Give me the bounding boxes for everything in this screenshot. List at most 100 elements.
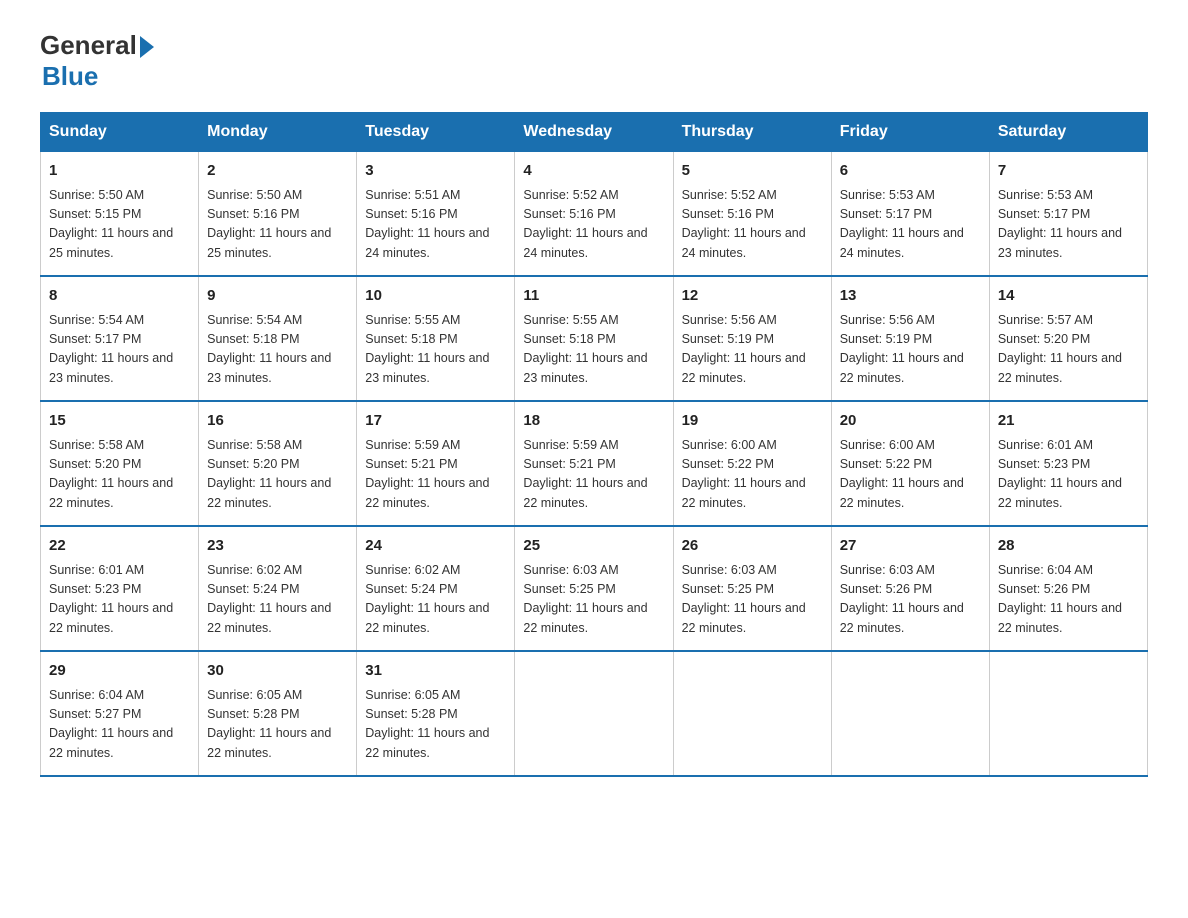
calendar-cell: 30 Sunrise: 6:05 AMSunset: 5:28 PMDayligh… <box>199 651 357 776</box>
day-info: Sunrise: 6:00 AMSunset: 5:22 PMDaylight:… <box>840 438 964 510</box>
calendar-cell: 20 Sunrise: 6:00 AMSunset: 5:22 PMDayligh… <box>831 401 989 526</box>
calendar-cell: 11 Sunrise: 5:55 AMSunset: 5:18 PMDayligh… <box>515 276 673 401</box>
calendar-cell: 13Sunrise: 5:56 AMSunset: 5:19 PMDayligh… <box>831 276 989 401</box>
calendar-cell: 21 Sunrise: 6:01 AMSunset: 5:23 PMDayligh… <box>989 401 1147 526</box>
weekday-header-row: SundayMondayTuesdayWednesdayThursdayFrid… <box>41 113 1148 152</box>
day-info: Sunrise: 5:59 AMSunset: 5:21 PMDaylight:… <box>523 438 647 510</box>
calendar-cell: 31Sunrise: 6:05 AMSunset: 5:28 PMDayligh… <box>357 651 515 776</box>
day-number: 21 <box>998 410 1139 433</box>
day-info: Sunrise: 5:55 AMSunset: 5:18 PMDaylight:… <box>365 313 489 385</box>
day-number: 18 <box>523 410 664 433</box>
logo-triangle-icon <box>140 36 154 58</box>
calendar-cell: 25 Sunrise: 6:03 AMSunset: 5:25 PMDayligh… <box>515 526 673 651</box>
day-number: 20 <box>840 410 981 433</box>
calendar-cell: 5 Sunrise: 5:52 AMSunset: 5:16 PMDaylight… <box>673 152 831 277</box>
day-number: 2 <box>207 160 348 183</box>
day-number: 1 <box>49 160 190 183</box>
calendar-cell <box>515 651 673 776</box>
day-info: Sunrise: 6:03 AMSunset: 5:26 PMDaylight:… <box>840 563 964 635</box>
calendar-cell: 3Sunrise: 5:51 AMSunset: 5:16 PMDaylight… <box>357 152 515 277</box>
day-number: 13 <box>840 285 981 308</box>
day-info: Sunrise: 5:54 AMSunset: 5:17 PMDaylight:… <box>49 313 173 385</box>
calendar-cell: 18 Sunrise: 5:59 AMSunset: 5:21 PMDayligh… <box>515 401 673 526</box>
day-number: 26 <box>682 535 823 558</box>
day-number: 29 <box>49 660 190 683</box>
day-number: 15 <box>49 410 190 433</box>
day-info: Sunrise: 6:03 AMSunset: 5:25 PMDaylight:… <box>523 563 647 635</box>
day-number: 25 <box>523 535 664 558</box>
day-number: 8 <box>49 285 190 308</box>
calendar-cell <box>831 651 989 776</box>
day-info: Sunrise: 5:52 AMSunset: 5:16 PMDaylight:… <box>523 188 647 260</box>
day-number: 28 <box>998 535 1139 558</box>
day-number: 19 <box>682 410 823 433</box>
day-number: 22 <box>49 535 190 558</box>
weekday-header-saturday: Saturday <box>989 113 1147 152</box>
calendar-cell: 12 Sunrise: 5:56 AMSunset: 5:19 PMDayligh… <box>673 276 831 401</box>
day-info: Sunrise: 5:58 AMSunset: 5:20 PMDaylight:… <box>207 438 331 510</box>
day-number: 17 <box>365 410 506 433</box>
calendar-cell: 16 Sunrise: 5:58 AMSunset: 5:20 PMDayligh… <box>199 401 357 526</box>
day-info: Sunrise: 6:04 AMSunset: 5:27 PMDaylight:… <box>49 688 173 760</box>
weekday-header-thursday: Thursday <box>673 113 831 152</box>
day-info: Sunrise: 6:05 AMSunset: 5:28 PMDaylight:… <box>207 688 331 760</box>
weekday-header-wednesday: Wednesday <box>515 113 673 152</box>
day-info: Sunrise: 6:01 AMSunset: 5:23 PMDaylight:… <box>998 438 1122 510</box>
page-header: General Blue <box>40 30 1148 92</box>
calendar-cell: 15 Sunrise: 5:58 AMSunset: 5:20 PMDayligh… <box>41 401 199 526</box>
calendar-week-2: 8 Sunrise: 5:54 AMSunset: 5:17 PMDaylight… <box>41 276 1148 401</box>
calendar-cell: 1 Sunrise: 5:50 AMSunset: 5:15 PMDaylight… <box>41 152 199 277</box>
calendar-week-3: 15 Sunrise: 5:58 AMSunset: 5:20 PMDayligh… <box>41 401 1148 526</box>
calendar-cell <box>989 651 1147 776</box>
day-info: Sunrise: 6:02 AMSunset: 5:24 PMDaylight:… <box>365 563 489 635</box>
day-info: Sunrise: 5:50 AMSunset: 5:15 PMDaylight:… <box>49 188 173 260</box>
calendar-cell: 22 Sunrise: 6:01 AMSunset: 5:23 PMDayligh… <box>41 526 199 651</box>
day-number: 5 <box>682 160 823 183</box>
calendar-cell: 2 Sunrise: 5:50 AMSunset: 5:16 PMDaylight… <box>199 152 357 277</box>
day-info: Sunrise: 5:54 AMSunset: 5:18 PMDaylight:… <box>207 313 331 385</box>
calendar-table: SundayMondayTuesdayWednesdayThursdayFrid… <box>40 112 1148 777</box>
day-number: 14 <box>998 285 1139 308</box>
weekday-header-friday: Friday <box>831 113 989 152</box>
day-info: Sunrise: 5:55 AMSunset: 5:18 PMDaylight:… <box>523 313 647 385</box>
calendar-cell: 29 Sunrise: 6:04 AMSunset: 5:27 PMDayligh… <box>41 651 199 776</box>
day-number: 6 <box>840 160 981 183</box>
weekday-header-tuesday: Tuesday <box>357 113 515 152</box>
day-number: 23 <box>207 535 348 558</box>
calendar-cell: 17Sunrise: 5:59 AMSunset: 5:21 PMDayligh… <box>357 401 515 526</box>
calendar-cell: 14 Sunrise: 5:57 AMSunset: 5:20 PMDayligh… <box>989 276 1147 401</box>
logo-general: General <box>40 30 137 61</box>
calendar-cell <box>673 651 831 776</box>
day-info: Sunrise: 5:56 AMSunset: 5:19 PMDaylight:… <box>682 313 806 385</box>
day-info: Sunrise: 5:57 AMSunset: 5:20 PMDaylight:… <box>998 313 1122 385</box>
calendar-week-5: 29 Sunrise: 6:04 AMSunset: 5:27 PMDayligh… <box>41 651 1148 776</box>
day-number: 4 <box>523 160 664 183</box>
calendar-cell: 10Sunrise: 5:55 AMSunset: 5:18 PMDayligh… <box>357 276 515 401</box>
calendar-cell: 23 Sunrise: 6:02 AMSunset: 5:24 PMDayligh… <box>199 526 357 651</box>
day-number: 27 <box>840 535 981 558</box>
day-info: Sunrise: 6:04 AMSunset: 5:26 PMDaylight:… <box>998 563 1122 635</box>
day-info: Sunrise: 5:50 AMSunset: 5:16 PMDaylight:… <box>207 188 331 260</box>
logo-blue: Blue <box>42 61 98 91</box>
calendar-cell: 28 Sunrise: 6:04 AMSunset: 5:26 PMDayligh… <box>989 526 1147 651</box>
day-number: 16 <box>207 410 348 433</box>
calendar-cell: 26Sunrise: 6:03 AMSunset: 5:25 PMDayligh… <box>673 526 831 651</box>
day-number: 11 <box>523 285 664 308</box>
calendar-header: SundayMondayTuesdayWednesdayThursdayFrid… <box>41 113 1148 152</box>
calendar-body: 1 Sunrise: 5:50 AMSunset: 5:15 PMDaylight… <box>41 152 1148 777</box>
calendar-week-4: 22 Sunrise: 6:01 AMSunset: 5:23 PMDayligh… <box>41 526 1148 651</box>
day-info: Sunrise: 6:02 AMSunset: 5:24 PMDaylight:… <box>207 563 331 635</box>
weekday-header-sunday: Sunday <box>41 113 199 152</box>
logo: General Blue <box>40 30 154 92</box>
day-number: 12 <box>682 285 823 308</box>
day-info: Sunrise: 5:52 AMSunset: 5:16 PMDaylight:… <box>682 188 806 260</box>
calendar-cell: 7Sunrise: 5:53 AMSunset: 5:17 PMDaylight… <box>989 152 1147 277</box>
calendar-cell: 24 Sunrise: 6:02 AMSunset: 5:24 PMDayligh… <box>357 526 515 651</box>
day-info: Sunrise: 6:00 AMSunset: 5:22 PMDaylight:… <box>682 438 806 510</box>
day-number: 30 <box>207 660 348 683</box>
day-info: Sunrise: 6:01 AMSunset: 5:23 PMDaylight:… <box>49 563 173 635</box>
day-number: 24 <box>365 535 506 558</box>
day-number: 9 <box>207 285 348 308</box>
day-info: Sunrise: 5:58 AMSunset: 5:20 PMDaylight:… <box>49 438 173 510</box>
day-number: 3 <box>365 160 506 183</box>
